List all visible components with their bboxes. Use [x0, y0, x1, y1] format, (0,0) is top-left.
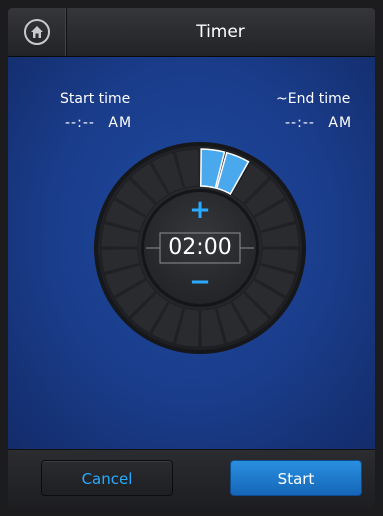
page-title: Timer — [196, 22, 245, 42]
duration-value: 02:00 — [168, 235, 232, 260]
increase-button[interactable]: + — [185, 197, 215, 223]
home-icon — [24, 19, 50, 45]
footer-bar: Cancel Start — [8, 450, 375, 508]
app-frame: Timer Start time --:-- AM ~End time --:-… — [8, 8, 375, 508]
home-button[interactable] — [8, 8, 67, 56]
header-bar: Timer — [8, 8, 375, 57]
start-button[interactable]: Start — [230, 460, 362, 496]
cancel-button[interactable]: Cancel — [41, 460, 173, 496]
timer-panel: Start time --:-- AM ~End time --:-- AM +… — [8, 57, 375, 449]
decrease-button[interactable]: − — [185, 269, 215, 295]
